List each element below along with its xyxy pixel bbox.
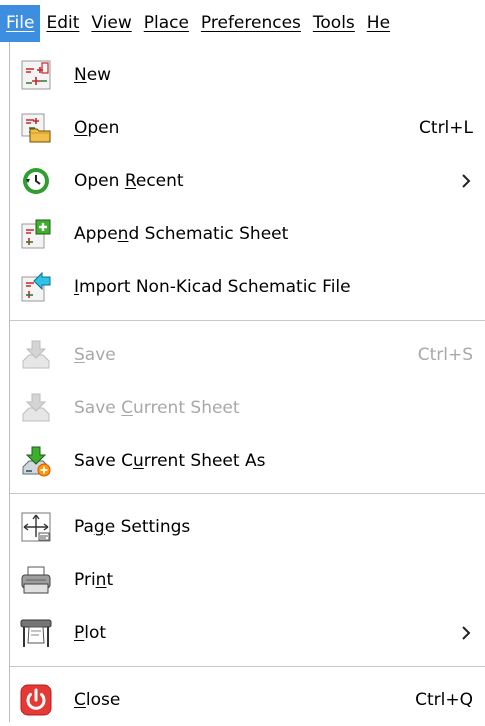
submenu-arrow-icon <box>457 624 475 642</box>
import-icon <box>20 271 52 303</box>
printer-icon <box>20 564 52 596</box>
menu-item-save-current-sheet: Save Current Sheet <box>10 381 485 434</box>
menu-preferences[interactable]: Preferences <box>195 5 307 42</box>
menu-item-save-as-label: Save Current Sheet As <box>74 450 266 471</box>
menu-item-open[interactable]: Open Ctrl+L <box>10 101 485 154</box>
menubar: File Edit View Place Preferences Tools H… <box>0 0 485 42</box>
menu-item-save-label: Save <box>74 344 116 365</box>
recent-clock-icon <box>20 165 52 197</box>
menu-item-close-label: Close <box>74 689 121 710</box>
menu-item-new-label: New <box>74 64 112 85</box>
menu-item-close-shortcut: Ctrl+Q <box>415 689 473 710</box>
menu-item-save-current-label: Save Current Sheet <box>74 397 240 418</box>
menu-item-page-settings[interactable]: Page Settings <box>10 500 485 553</box>
menu-item-plot-label: Plot <box>74 622 107 643</box>
menu-file[interactable]: File <box>0 5 41 42</box>
menu-separator <box>10 666 485 667</box>
menu-item-open-shortcut: Ctrl+L <box>419 117 473 138</box>
menu-item-append-schematic-sheet[interactable]: Append Schematic Sheet <box>10 207 485 260</box>
menu-item-print[interactable]: Print <box>10 553 485 606</box>
new-schematic-icon <box>20 59 52 91</box>
menu-item-import-label: Import Non-Kicad Schematic File <box>74 276 351 297</box>
file-menu-dropdown: New Open Ctrl+L Open Recent Append Schem… <box>9 42 485 722</box>
save-icon <box>20 339 52 371</box>
menu-item-save-shortcut: Ctrl+S <box>417 344 473 365</box>
menu-edit[interactable]: Edit <box>40 5 85 42</box>
menu-item-append-label: Append Schematic Sheet <box>74 223 289 244</box>
menu-item-open-recent-label: Open Recent <box>74 170 184 191</box>
plotter-icon <box>20 617 52 649</box>
open-folder-icon <box>20 112 52 144</box>
menu-item-import-non-kicad[interactable]: Import Non-Kicad Schematic File <box>10 260 485 313</box>
menu-item-new[interactable]: New <box>10 48 485 101</box>
append-sheet-icon <box>20 218 52 250</box>
menu-separator <box>10 493 485 494</box>
menu-item-save: Save Ctrl+S <box>10 328 485 381</box>
menu-item-print-label: Print <box>74 569 114 590</box>
menu-item-close[interactable]: Close Ctrl+Q <box>10 673 485 726</box>
submenu-arrow-icon <box>457 172 475 190</box>
menu-tools[interactable]: Tools <box>307 5 361 42</box>
save-sheet-icon <box>20 392 52 424</box>
menu-item-plot[interactable]: Plot <box>10 606 485 659</box>
menu-separator <box>10 320 485 321</box>
menu-item-save-current-sheet-as[interactable]: Save Current Sheet As <box>10 434 485 487</box>
menu-help[interactable]: He <box>361 5 396 42</box>
menu-place[interactable]: Place <box>138 5 195 42</box>
menu-item-page-settings-label: Page Settings <box>74 516 191 537</box>
save-as-icon <box>20 445 52 477</box>
menu-item-open-recent[interactable]: Open Recent <box>10 154 485 207</box>
page-settings-icon <box>20 511 52 543</box>
menu-item-open-label: Open <box>74 117 120 138</box>
power-icon <box>20 684 52 716</box>
menu-view[interactable]: View <box>85 5 137 42</box>
